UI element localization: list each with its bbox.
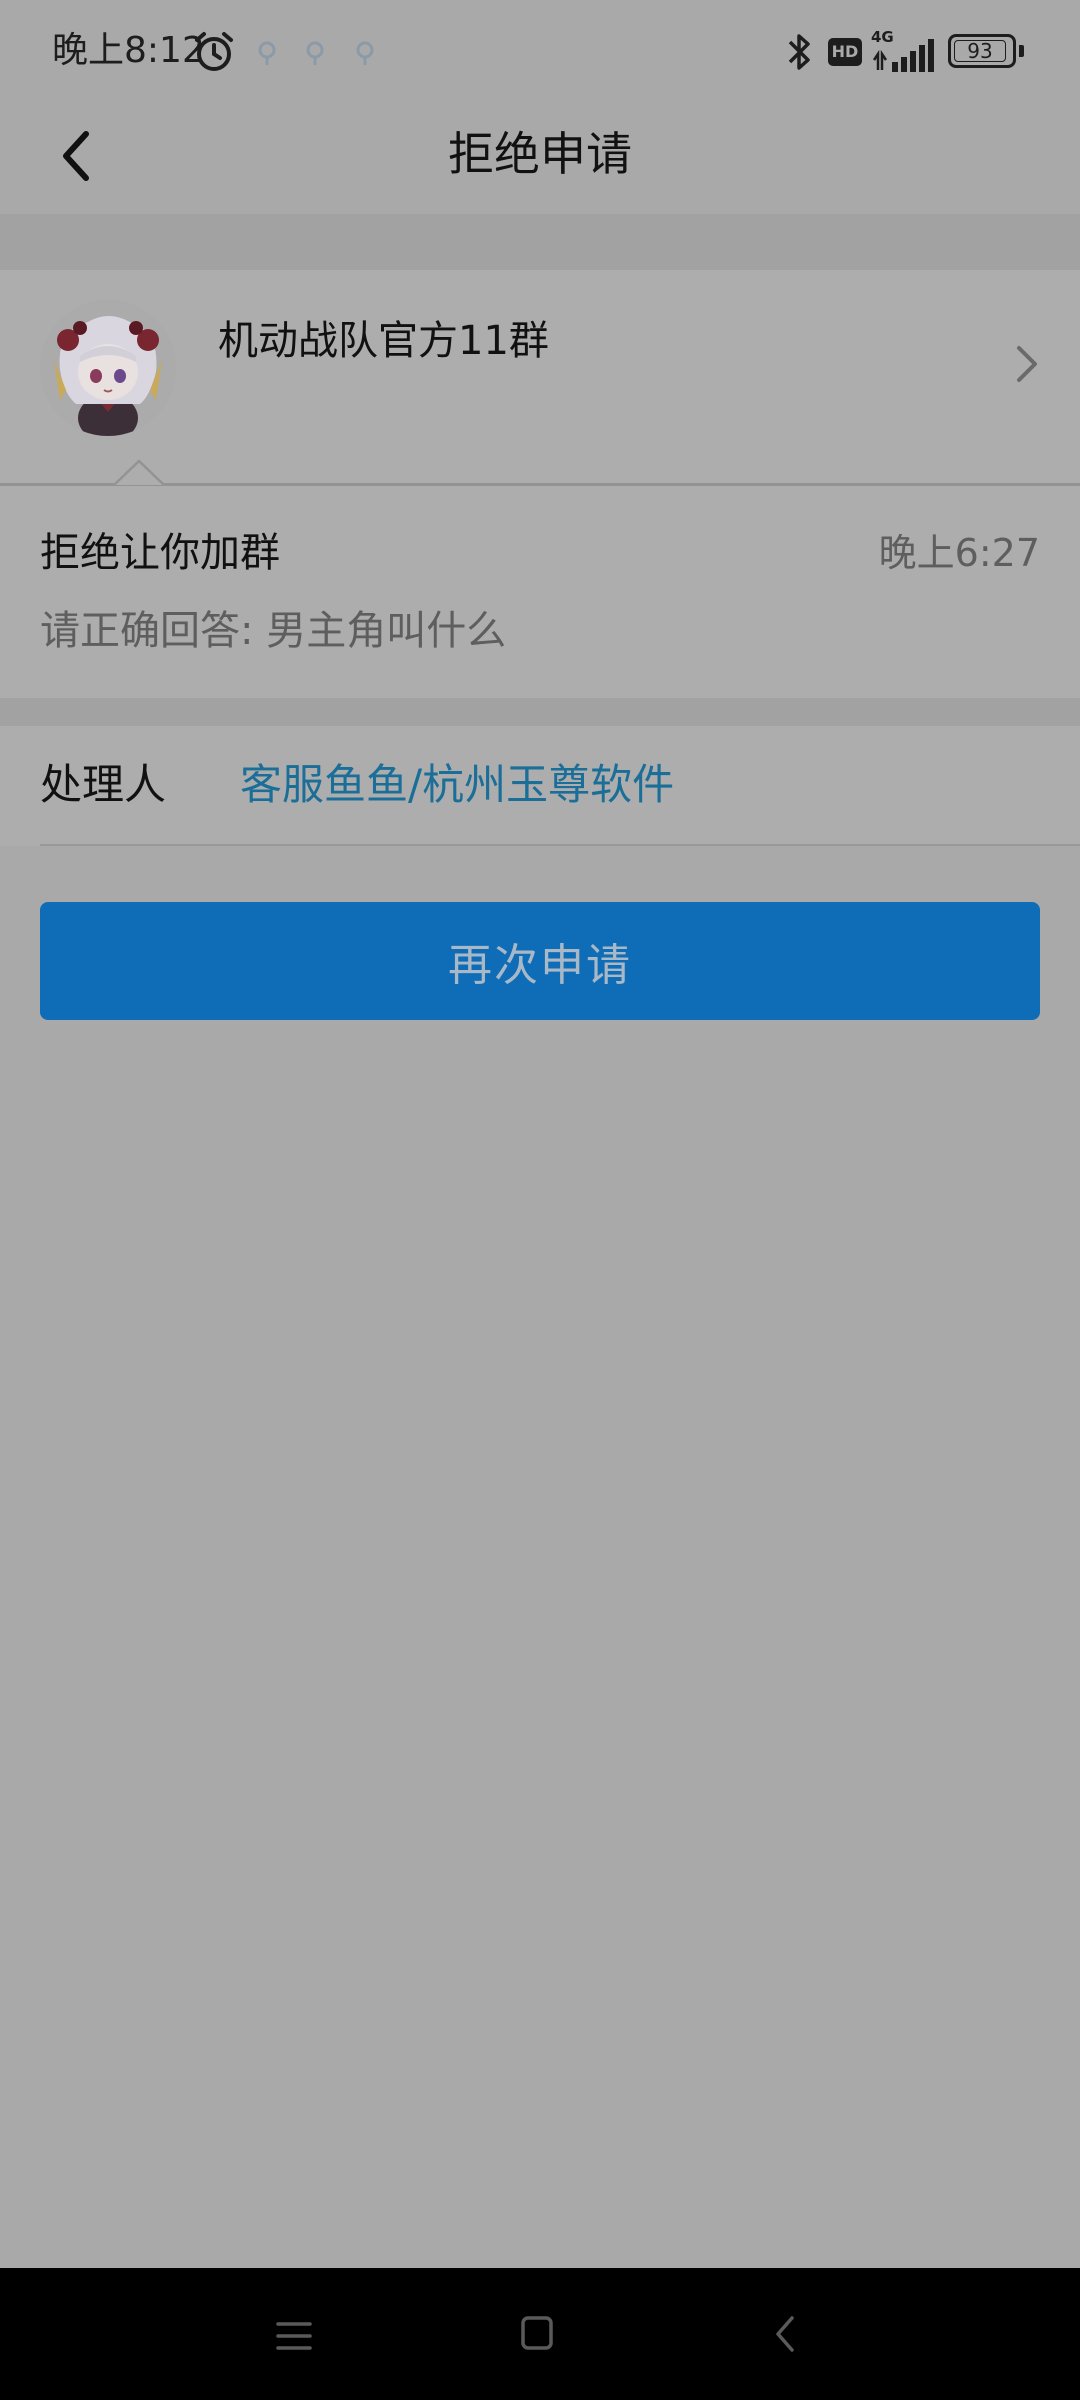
handler-name-link[interactable]: 客服鱼鱼/杭州玉尊软件: [240, 756, 674, 814]
group-avatar: [40, 300, 176, 436]
handler-divider: [40, 844, 1080, 846]
message-time: 晚上6:27: [878, 531, 1040, 575]
section-gap: [0, 214, 1080, 270]
notification-app-icon: [258, 41, 276, 65]
back-nav-icon[interactable]: [770, 2314, 800, 2354]
status-bar: 晚上8:12 HD 4G 93: [0, 0, 1080, 104]
battery-level: 93: [954, 40, 1006, 62]
system-nav-bar: [0, 2268, 1080, 2400]
bluetooth-icon: [788, 34, 810, 70]
recent-apps-icon[interactable]: [274, 2316, 314, 2356]
reapply-button[interactable]: 再次申请: [40, 902, 1040, 1020]
page-title: 拒绝申请: [448, 127, 632, 181]
status-time: 晚上8:12: [52, 30, 205, 71]
battery-tip: [1019, 45, 1024, 57]
notification-app-icon: [306, 41, 324, 65]
group-card[interactable]: 机动战队官方11群: [0, 270, 1080, 485]
divider-notch-arrow: [114, 459, 164, 486]
group-name: 机动战队官方11群: [218, 318, 549, 364]
chevron-right-icon: [1017, 346, 1037, 382]
battery-icon: 93: [948, 34, 1016, 68]
hd-voice-badge: HD: [828, 38, 862, 66]
section-gap: [0, 698, 1080, 726]
notification-app-icon: [356, 41, 374, 65]
message-title: 拒绝让你加群: [40, 530, 280, 576]
status-indicators: HD 4G 93: [740, 0, 1080, 104]
refusal-message: 拒绝让你加群 晚上6:27 请正确回答: 男主角叫什么: [0, 486, 1080, 698]
handler-label: 处理人: [40, 760, 167, 809]
alarm-icon: [195, 32, 233, 71]
anime-avatar-image: [40, 300, 176, 436]
home-icon[interactable]: [520, 2314, 554, 2352]
message-body: 请正确回答: 男主角叫什么: [40, 608, 507, 654]
signal-strength-icon: [872, 39, 934, 72]
handler-row: 处理人 客服鱼鱼/杭州玉尊软件: [0, 726, 1080, 846]
title-bar: 拒绝申请: [0, 104, 1080, 214]
